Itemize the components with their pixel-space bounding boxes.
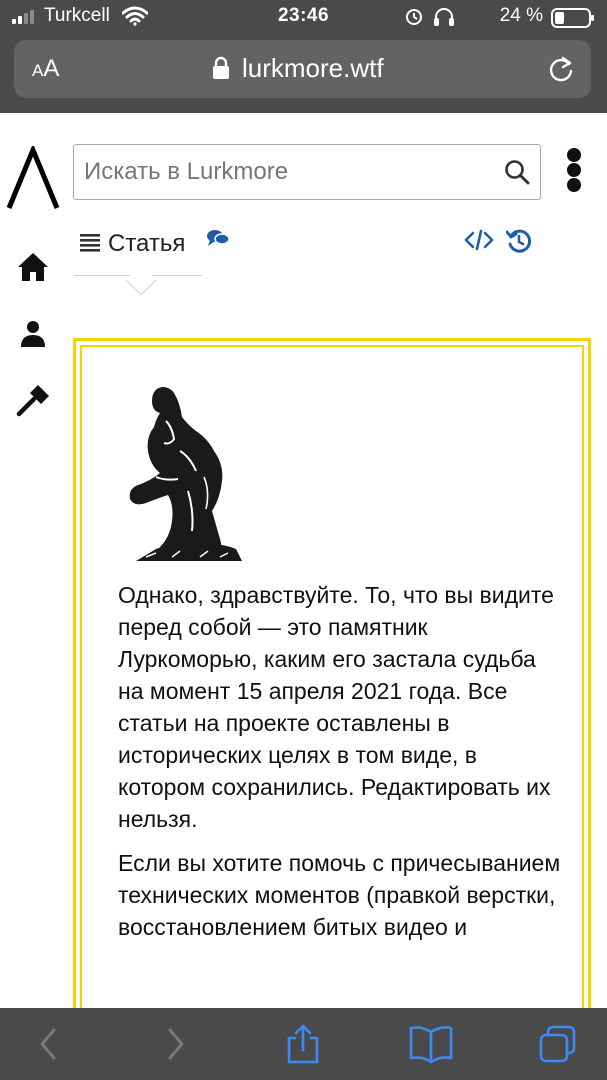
page-tabs: Статья (74, 222, 574, 296)
safari-bottom-toolbar (0, 1008, 607, 1080)
user-icon[interactable] (20, 320, 46, 348)
more-menu-icon[interactable] (566, 148, 582, 192)
search-icon[interactable] (504, 159, 530, 185)
status-bar: Turkcell 23:46 24 % (0, 0, 607, 34)
bookmarks-icon[interactable] (408, 1024, 454, 1064)
orientation-lock-icon (406, 9, 422, 25)
search-box[interactable] (73, 144, 541, 200)
notice-paragraph-2: Если вы хотите помочь с причесыванием те… (118, 850, 561, 940)
tools-hammer-icon[interactable] (16, 384, 50, 418)
url-text[interactable]: lurkmore.wtf (242, 53, 384, 84)
address-bar[interactable]: AA lurkmore.wtf (14, 40, 591, 98)
history-icon[interactable] (506, 228, 532, 254)
notice-text: Однако, здравствуйте. То, что вы видите … (118, 579, 564, 955)
tab-active-caret (125, 264, 157, 296)
share-icon[interactable] (284, 1024, 322, 1064)
notice-paragraph-1: Однако, здравствуйте. То, что вы видите … (118, 582, 554, 832)
text-size-button[interactable]: AA (32, 55, 59, 83)
search-input[interactable] (84, 154, 494, 190)
tab-article[interactable]: Статья (74, 222, 202, 296)
status-right-group: 24 % (395, 5, 595, 29)
battery-percent: 24 % (499, 5, 543, 26)
archive-notice: Однако, здравствуйте. То, что вы видите … (73, 338, 591, 1038)
browser-top-chrome: Turkcell 23:46 24 % AA lurkmore.wtf (0, 0, 607, 113)
list-icon (80, 234, 100, 252)
discussion-icon[interactable] (206, 228, 230, 248)
lock-icon (213, 56, 229, 79)
view-source-icon[interactable] (464, 228, 494, 252)
battery-icon (551, 8, 594, 28)
tab-article-label: Статья (108, 230, 186, 257)
back-icon[interactable] (34, 1024, 62, 1064)
forward-icon[interactable] (162, 1024, 190, 1064)
tabs-icon[interactable] (538, 1024, 578, 1064)
home-icon[interactable] (16, 250, 50, 284)
archive-notice-inner: Однако, здравствуйте. То, что вы видите … (80, 345, 584, 1031)
reload-icon[interactable] (547, 54, 575, 84)
headphones-icon (434, 8, 454, 26)
site-logo[interactable] (6, 146, 60, 210)
thinker-statue-image (129, 387, 242, 561)
